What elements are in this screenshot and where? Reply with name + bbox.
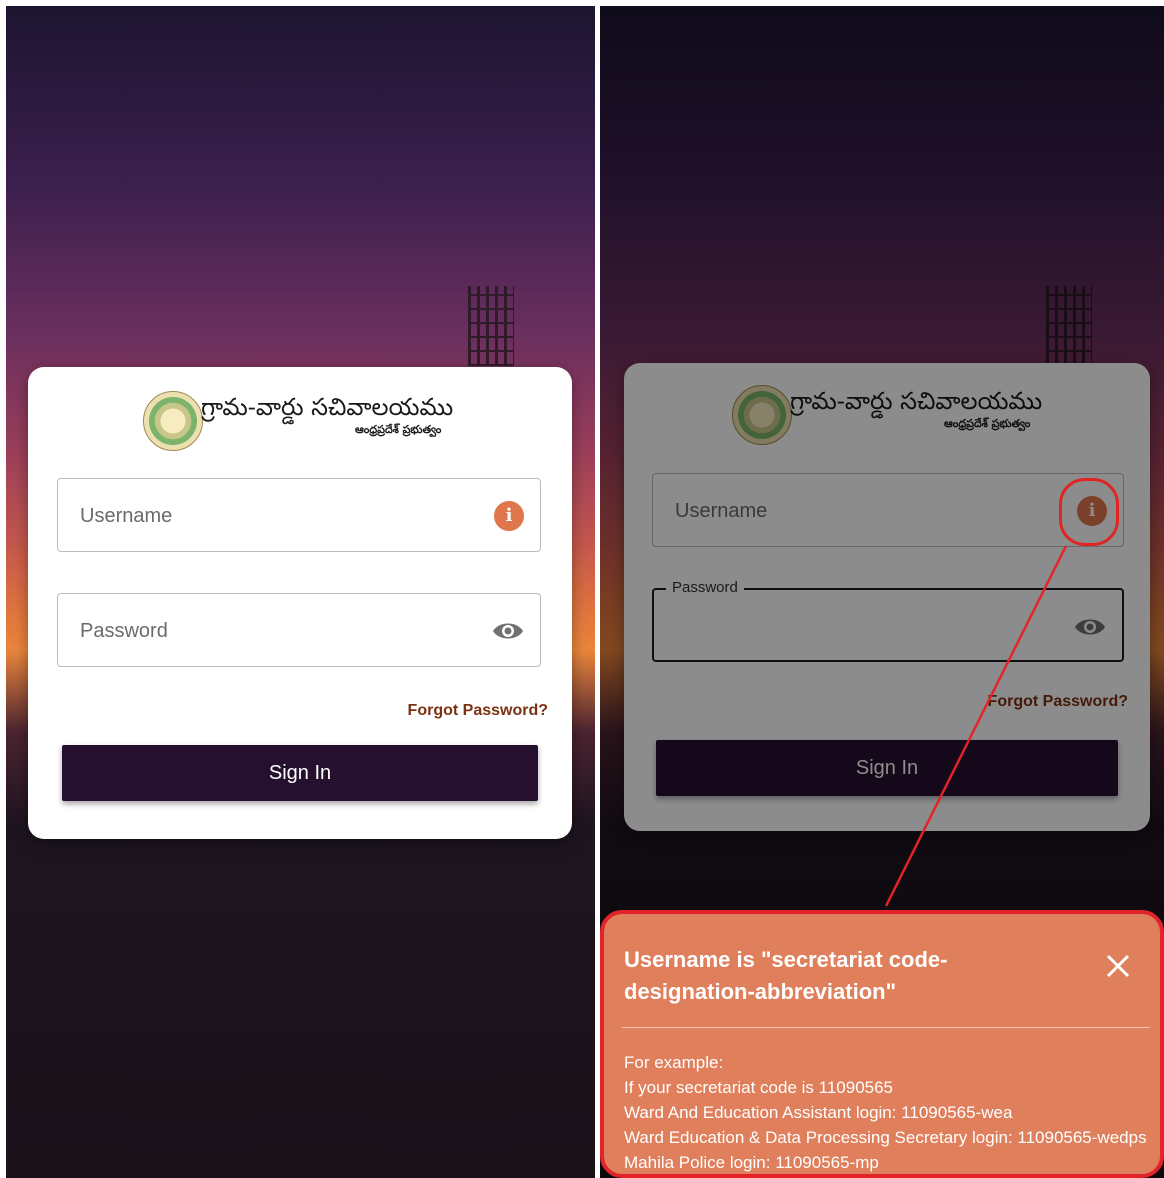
eye-icon[interactable]	[492, 620, 524, 642]
tooltip-line: Ward And Education Assistant login: 1109…	[624, 1103, 1013, 1122]
info-icon[interactable]: i	[494, 501, 524, 531]
tooltip-line: Ward Education & Data Processing Secreta…	[624, 1128, 1147, 1147]
login-screen-default: గ్రామ-వార్డు సచివాలయము ఆంధ్రప్రదేశ్ ప్రభ…	[6, 6, 595, 1178]
logo-title: గ్రామ-వార్డు సచివాలయము	[201, 393, 454, 421]
username-field[interactable]: Username i	[57, 478, 541, 552]
background-scaffold	[468, 286, 514, 366]
forgot-password-link[interactable]: Forgot Password?	[408, 702, 548, 720]
login-card: గ్రామ-వార్డు సచివాలయము ఆంధ్రప్రదేశ్ ప్రభ…	[28, 367, 572, 839]
password-placeholder: Password	[80, 620, 168, 642]
password-field[interactable]: Password	[57, 593, 541, 667]
app-logo: గ్రామ-వార్డు సచివాలయము ఆంధ్రప్రదేశ్ ప్రభ…	[143, 389, 473, 453]
ap-government-emblem-icon	[143, 391, 203, 451]
close-icon[interactable]	[1104, 952, 1132, 980]
sign-in-button[interactable]: Sign In	[62, 745, 538, 801]
login-screen-tooltip: గ్రామ-వార్డు సచివాలయము ఆంధ్రప్రదేశ్ ప్రభ…	[600, 6, 1164, 1178]
logo-subtitle: ఆంధ్రప్రదేశ్ ప్రభుత్వం	[355, 423, 442, 436]
tooltip-body: For example: If your secretariat code is…	[624, 1050, 1154, 1175]
tooltip-line: If your secretariat code is 11090565	[624, 1078, 894, 1097]
tooltip-line: For example:	[624, 1053, 724, 1072]
username-help-tooltip: Username is "secretariat code-designatio…	[600, 910, 1164, 1178]
tooltip-line: Mahila Police login: 11090565-mp	[624, 1153, 879, 1172]
info-icon-highlight	[1059, 478, 1119, 546]
tooltip-divider	[622, 1027, 1150, 1028]
username-placeholder: Username	[80, 505, 173, 527]
tooltip-title: Username is "secretariat code-designatio…	[624, 947, 948, 1004]
